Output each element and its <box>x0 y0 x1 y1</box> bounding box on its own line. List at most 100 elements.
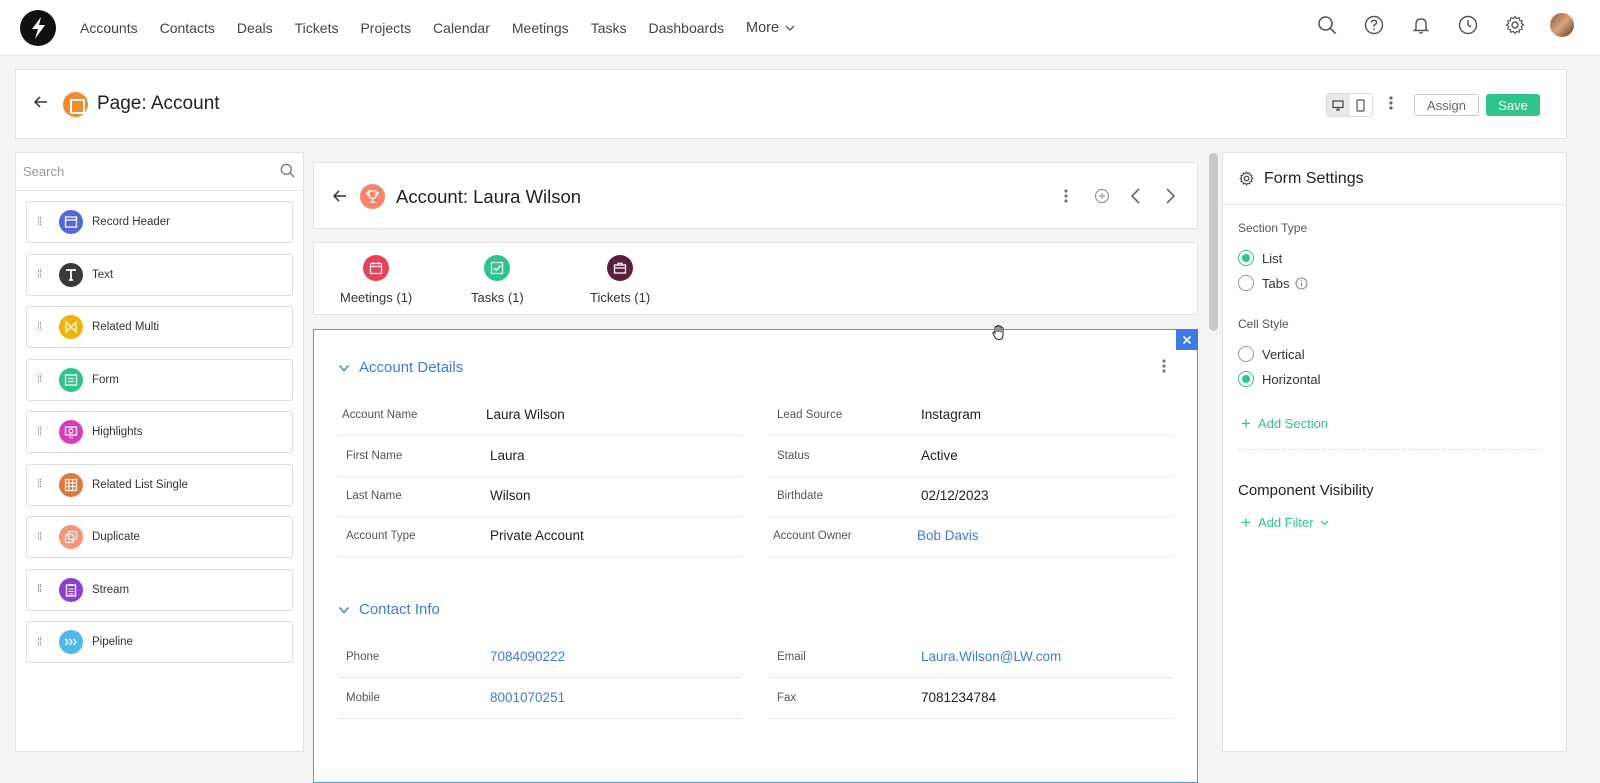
component-label: Record Header <box>92 216 170 228</box>
component-highlights[interactable]: ⁞⁞ Highlights <box>26 411 293 453</box>
field-phone[interactable]: Phone 7084090222 <box>338 638 742 678</box>
back-arrow-icon[interactable] <box>332 188 348 204</box>
drag-handle-icon[interactable]: ⁞⁞ <box>37 584 47 595</box>
mobile-icon[interactable] <box>1350 94 1373 116</box>
close-icon[interactable] <box>1176 329 1198 350</box>
info-icon[interactable] <box>1295 277 1308 290</box>
nav-item-dashboards[interactable]: Dashboards <box>648 20 724 36</box>
field-last-name[interactable]: Last Name Wilson <box>338 477 742 517</box>
save-button[interactable]: Save <box>1486 94 1540 116</box>
component-label: Text <box>92 268 114 281</box>
search-input[interactable] <box>16 153 303 190</box>
plus-icon: + <box>1241 513 1251 532</box>
field-first-name[interactable]: First Name Laura <box>338 437 742 477</box>
account-owner-link[interactable]: Bob Davis <box>917 528 979 543</box>
radio-section-type-list[interactable]: List <box>1238 250 1282 266</box>
field-account-type[interactable]: Account Type Private Account <box>338 517 742 557</box>
component-related-multi[interactable]: ⁞⁞ Related Multi <box>26 306 293 348</box>
drag-handle-icon[interactable]: ⁞⁞ <box>37 216 47 228</box>
field-birthdate[interactable]: Birthdate 02/12/2023 <box>769 477 1173 517</box>
field-label: Account Owner <box>773 530 852 542</box>
bell-icon[interactable] <box>1409 14 1432 37</box>
radio-cell-style-vertical[interactable]: Vertical <box>1238 346 1305 362</box>
back-arrow-icon[interactable] <box>33 94 49 110</box>
related-list-icon <box>59 472 83 497</box>
canvas-scrollbar[interactable] <box>1209 153 1218 331</box>
drag-handle-icon[interactable]: ⁞⁞ <box>37 374 47 385</box>
component-form[interactable]: ⁞⁞ Form <box>26 358 293 401</box>
add-circle-icon[interactable] <box>1094 188 1110 204</box>
radio-cell-style-horizontal[interactable]: Horizontal <box>1238 371 1321 387</box>
field-mobile[interactable]: Mobile 8001070251 <box>338 679 742 719</box>
drag-handle-icon[interactable]: ⁞⁞ <box>37 479 47 490</box>
field-label: Status <box>777 450 810 462</box>
gear-icon[interactable] <box>1503 14 1526 37</box>
settings-title: Form Settings <box>1264 169 1364 187</box>
field-email[interactable]: Email Laura.Wilson@LW.com <box>769 638 1173 678</box>
radio-checked-icon <box>1238 250 1254 266</box>
section-header-account-details[interactable]: Account Details <box>338 359 463 376</box>
section-header-contact-info[interactable]: Contact Info <box>338 601 440 618</box>
stream-icon <box>59 577 83 602</box>
field-account-owner[interactable]: Account Owner Bob Davis <box>769 517 1173 557</box>
nav-item-projects[interactable]: Projects <box>360 20 411 36</box>
field-lead-source[interactable]: Lead Source Instagram <box>769 396 1173 436</box>
field-status[interactable]: Status Active <box>769 437 1173 477</box>
add-filter-button[interactable]: + Add Filter <box>1241 514 1329 531</box>
add-section-button[interactable]: + Add Section <box>1241 415 1328 432</box>
form-component-selected[interactable]: Account Details Account Name Laura Wilso… <box>313 324 1198 783</box>
component-duplicate[interactable]: ⁞⁞ Duplicate <box>26 516 293 558</box>
drag-handle-icon[interactable]: ⁞⁞ <box>37 426 47 438</box>
radio-unchecked-icon <box>1238 346 1254 362</box>
nav-item-calendar[interactable]: Calendar <box>433 20 490 36</box>
nav-item-accounts[interactable]: Accounts <box>80 20 138 36</box>
related-tasks-tab[interactable]: Tasks (1) <box>471 255 524 305</box>
more-options-icon[interactable] <box>1064 188 1068 204</box>
radio-unchecked-icon <box>1238 275 1254 291</box>
search-icon[interactable] <box>1315 14 1338 37</box>
avatar[interactable] <box>1550 13 1574 37</box>
related-tickets-tab[interactable]: Tickets (1) <box>590 255 650 305</box>
chevron-down-icon <box>338 364 350 372</box>
cell-style-label: Cell Style <box>1238 317 1289 331</box>
search-icon[interactable] <box>280 163 295 178</box>
component-stream[interactable]: ⁞⁞ Stream <box>26 568 293 611</box>
help-icon[interactable] <box>1362 14 1385 37</box>
field-label: Birthdate <box>777 490 824 502</box>
radio-label: Vertical <box>1262 346 1305 362</box>
component-search <box>16 153 303 191</box>
field-fax[interactable]: Fax 7081234784 <box>769 679 1173 719</box>
nav-item-deals[interactable]: Deals <box>237 20 273 36</box>
component-related-list-single[interactable]: ⁞⁞ Related List Single <box>26 463 293 506</box>
field-label: Account Name <box>342 409 418 421</box>
chevron-right-icon[interactable] <box>1163 187 1177 205</box>
field-label: Fax <box>777 692 797 704</box>
component-pipeline[interactable]: ⁞⁞ Pipeline <box>26 621 293 663</box>
chevron-left-icon[interactable] <box>1129 187 1143 205</box>
component-text[interactable]: ⁞⁞ Text <box>26 253 293 296</box>
more-options-icon[interactable] <box>1162 358 1166 374</box>
assign-button[interactable]: Assign <box>1414 94 1479 116</box>
drag-handle-icon[interactable]: ⁞⁞ <box>37 321 47 333</box>
clock-icon[interactable] <box>1456 14 1479 37</box>
nav-item-tickets[interactable]: Tickets <box>295 20 339 36</box>
email-link[interactable]: Laura.Wilson@LW.com <box>921 649 1061 664</box>
field-account-name[interactable]: Account Name Laura Wilson <box>338 396 742 436</box>
related-meetings-tab[interactable]: Meetings (1) <box>340 255 412 305</box>
mobile-link[interactable]: 8001070251 <box>490 690 565 705</box>
app-logo-icon[interactable] <box>20 10 56 46</box>
nav-item-meetings[interactable]: Meetings <box>512 20 569 36</box>
desktop-icon[interactable] <box>1327 94 1350 116</box>
drag-handle-icon[interactable]: ⁞⁞ <box>37 531 47 543</box>
phone-link[interactable]: 7084090222 <box>490 649 565 664</box>
radio-section-type-tabs[interactable]: Tabs <box>1238 275 1308 291</box>
component-label: Duplicate <box>92 531 140 543</box>
nav-more-menu[interactable]: More <box>746 20 795 36</box>
drag-handle-icon[interactable]: ⁞⁞ <box>37 636 47 648</box>
component-record-header[interactable]: ⁞⁞ Record Header <box>26 201 293 243</box>
drag-handle-icon[interactable]: ⁞⁞ <box>37 269 47 280</box>
more-options-icon[interactable] <box>1389 95 1393 111</box>
nav-item-tasks[interactable]: Tasks <box>591 20 627 36</box>
nav-item-contacts[interactable]: Contacts <box>160 20 215 36</box>
section-type-label: Section Type <box>1238 221 1308 235</box>
